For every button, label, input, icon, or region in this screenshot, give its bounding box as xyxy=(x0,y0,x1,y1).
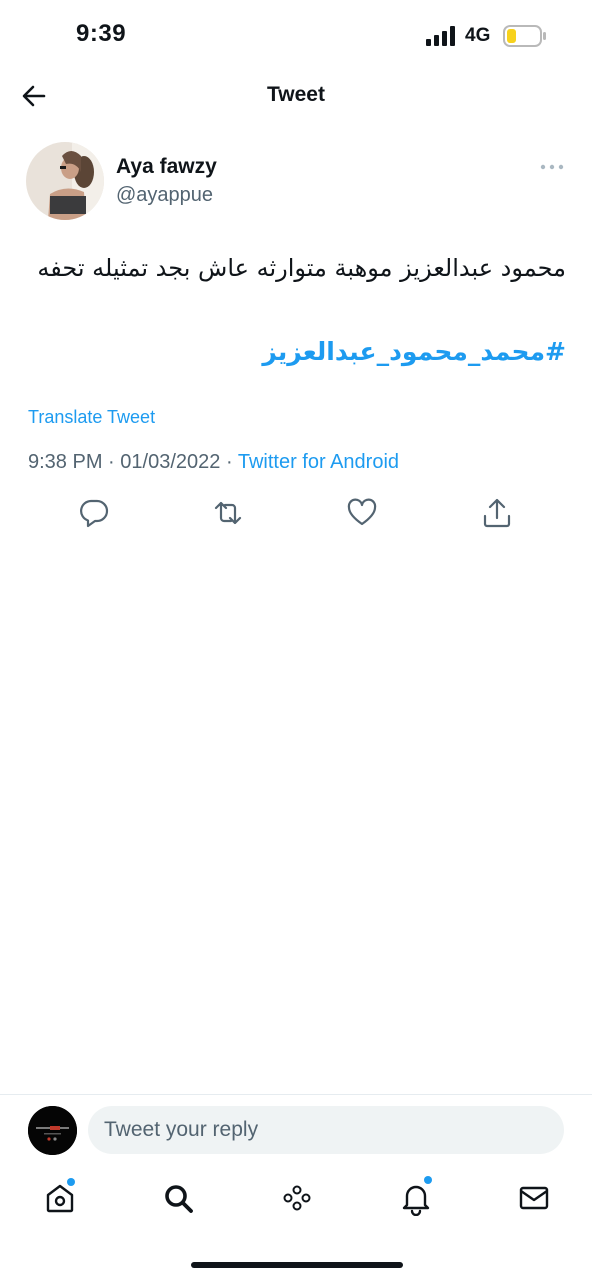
more-options-icon[interactable] xyxy=(538,158,566,176)
author-name[interactable]: Aya fawzy xyxy=(116,155,217,179)
meta-separator: · xyxy=(108,451,115,473)
spaces-icon xyxy=(283,1185,311,1211)
avatar-logo xyxy=(28,1106,77,1155)
network-type: 4G xyxy=(465,25,491,46)
tweet-hashtag[interactable]: #محمد_محمود_عبدالعزيز xyxy=(26,334,566,370)
nav-search[interactable] xyxy=(160,1180,196,1216)
retweet-icon[interactable] xyxy=(212,496,244,530)
nav-spaces[interactable] xyxy=(279,1180,315,1216)
tweet-source[interactable]: Twitter for Android xyxy=(238,451,399,473)
my-avatar[interactable] xyxy=(28,1106,77,1155)
status-time: 9:39 xyxy=(76,20,127,47)
home-indicator[interactable] xyxy=(191,1262,403,1268)
notifications-icon xyxy=(402,1185,430,1217)
header: Tweet xyxy=(0,70,592,124)
tweet-time: 9:38 PM xyxy=(28,451,103,473)
signal-icon xyxy=(426,26,455,46)
nav-notifications[interactable] xyxy=(398,1176,434,1217)
battery-icon xyxy=(503,25,546,47)
like-icon[interactable] xyxy=(346,496,378,530)
home-badge-dot xyxy=(67,1178,75,1186)
translate-tweet-link[interactable]: Translate Tweet xyxy=(28,407,155,428)
tweet-date: 01/03/2022 xyxy=(120,451,221,473)
divider xyxy=(0,1094,592,1095)
reply-input[interactable] xyxy=(88,1106,564,1154)
author-avatar[interactable] xyxy=(26,142,104,220)
meta-separator: · xyxy=(225,451,233,473)
avatar-photo xyxy=(26,142,104,220)
bottom-nav xyxy=(0,1170,592,1230)
nav-messages[interactable] xyxy=(516,1180,552,1216)
tweet-actions xyxy=(0,496,592,532)
tweet-meta: 9:38 PM · 01/03/2022 · Twitter for Andro… xyxy=(28,451,399,474)
search-icon xyxy=(165,1185,193,1213)
page-title: Tweet xyxy=(267,83,325,106)
tweet-text: محمود عبدالعزيز موهبة متوارثه عاش بجد تم… xyxy=(37,254,566,282)
messages-icon xyxy=(519,1186,549,1210)
status-bar: 9:39 4G xyxy=(0,0,592,70)
author-handle[interactable]: @ayappue xyxy=(116,184,213,207)
nav-home[interactable] xyxy=(42,1178,78,1216)
reply-icon[interactable] xyxy=(78,496,110,530)
share-icon[interactable] xyxy=(481,496,513,530)
notifications-badge-dot xyxy=(424,1176,432,1184)
